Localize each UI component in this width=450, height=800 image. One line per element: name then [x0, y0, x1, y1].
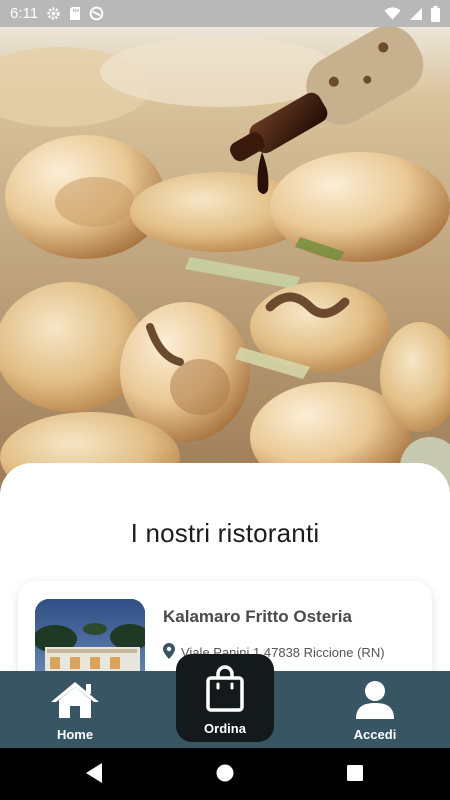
nav-accedi[interactable]: Accedi — [320, 671, 430, 748]
signal-icon — [409, 7, 423, 21]
nav-home-label: Home — [56, 727, 94, 742]
home-circle-icon[interactable] — [215, 762, 235, 789]
nav-ordina-label: Ordina — [204, 721, 246, 736]
gear-icon — [46, 6, 61, 21]
nav-accedi-label: Accedi — [353, 727, 397, 742]
recents-square-icon[interactable] — [345, 762, 365, 789]
user-icon — [355, 680, 395, 725]
location-pin-icon — [163, 643, 175, 662]
status-time: 6:11 — [10, 5, 39, 22]
page-title: I nostri ristoranti — [130, 518, 320, 548]
hero-food-image — [0, 27, 450, 497]
shopping-bag-icon — [205, 665, 245, 716]
status-left: 6:11 — [10, 5, 104, 22]
house-icon — [50, 680, 100, 725]
status-right — [384, 5, 440, 22]
battery-icon — [431, 5, 440, 22]
nav-home[interactable]: Home — [20, 671, 130, 748]
sd-card-icon — [69, 6, 81, 21]
nav-ordina[interactable]: Ordina — [176, 654, 274, 742]
no-disturb-icon — [89, 6, 104, 21]
status-bar: 6:11 — [0, 0, 450, 27]
system-navigation-bar — [0, 748, 450, 800]
wifi-icon — [384, 6, 401, 21]
restaurant-name: Kalamaro Fritto Osteria — [163, 607, 352, 626]
back-icon[interactable] — [84, 762, 104, 789]
